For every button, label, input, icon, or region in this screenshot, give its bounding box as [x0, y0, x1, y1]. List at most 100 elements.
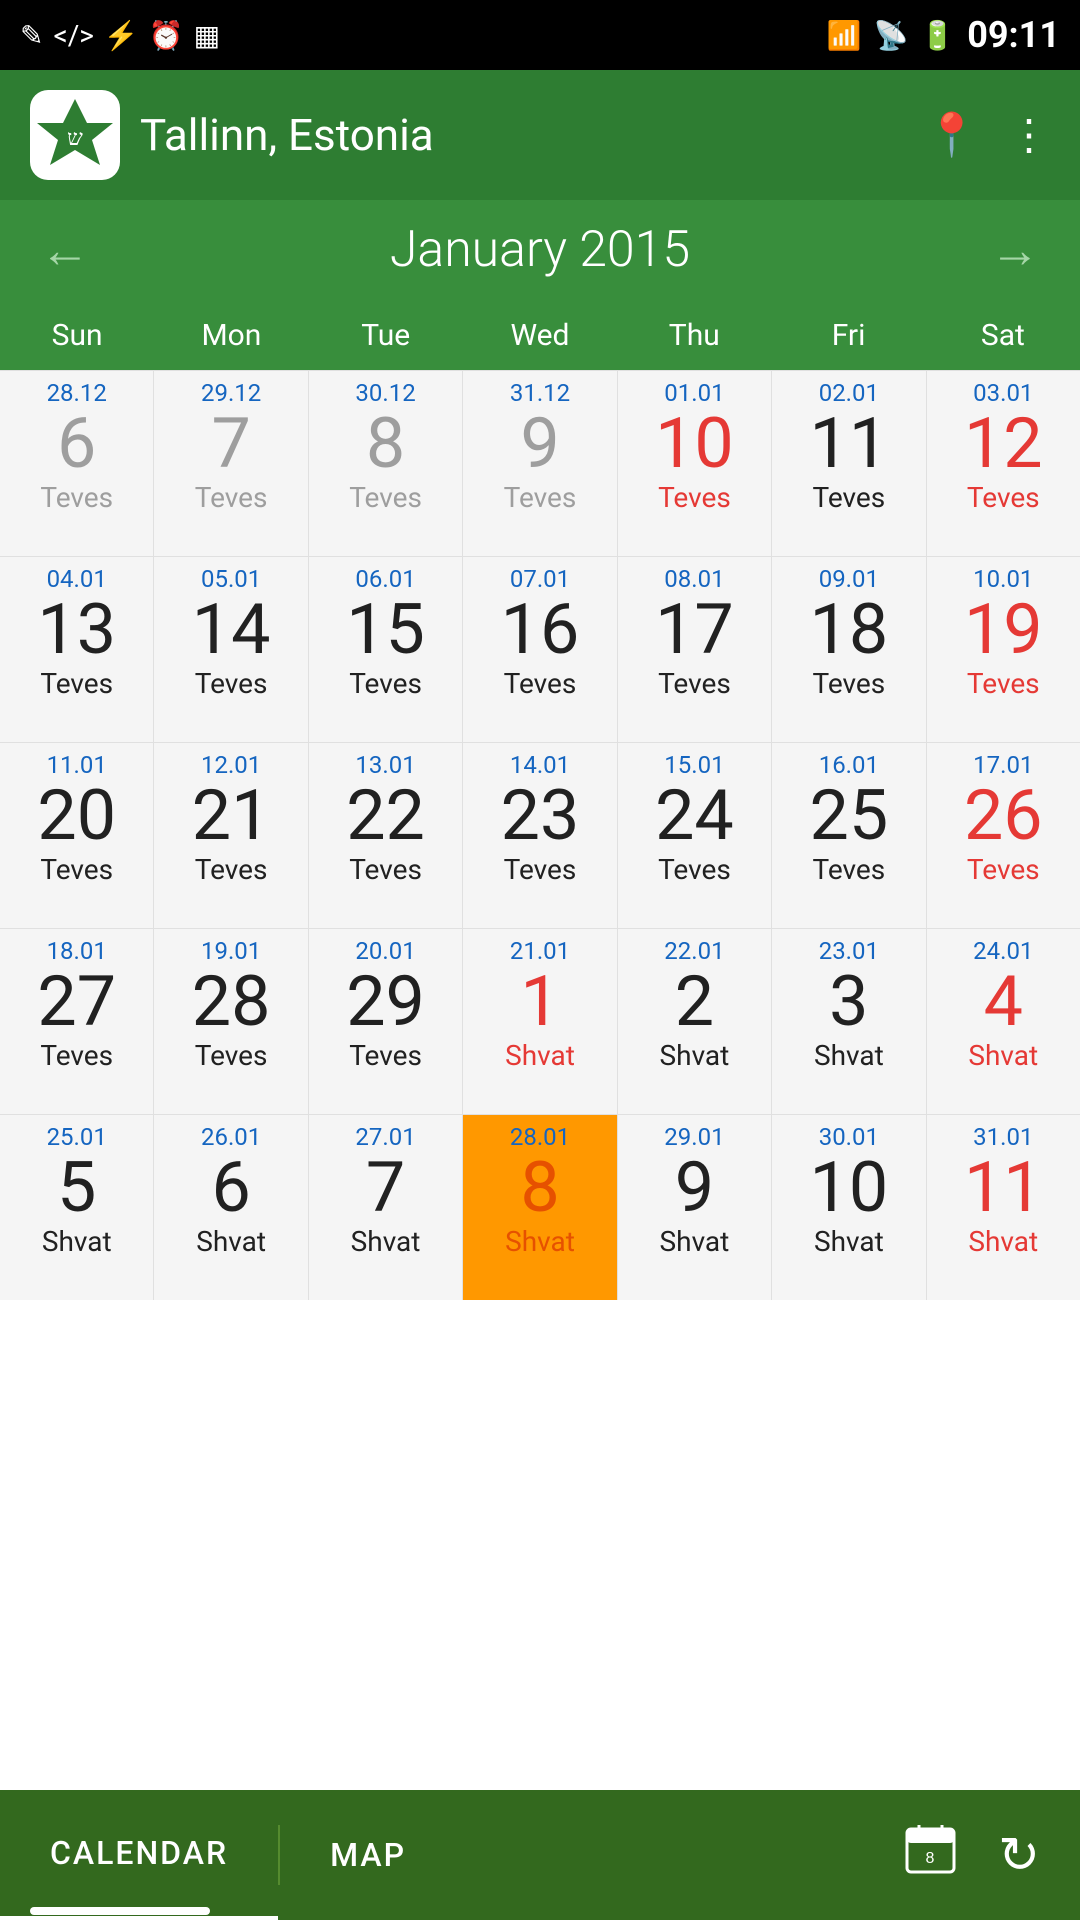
hebrew-month: Teves [812, 481, 885, 514]
hebrew-month: Teves [658, 481, 731, 514]
calendar-cell[interactable]: 27.017Shvat [309, 1115, 462, 1300]
calendar-cell[interactable]: 23.013Shvat [772, 929, 925, 1114]
calendar-cell[interactable]: 26.016Shvat [154, 1115, 307, 1300]
month-title: January 2015 [390, 221, 690, 279]
calendar-cell[interactable]: 28.018Shvat [463, 1115, 616, 1300]
status-time: 09:11 [967, 14, 1060, 56]
calendar-cell[interactable]: 24.014Shvat [927, 929, 1080, 1114]
hebrew-month: Teves [195, 667, 268, 700]
calendar-action-icon[interactable]: 8 [903, 1821, 958, 1889]
day-header-sat: Sat [926, 300, 1080, 370]
calendar-cell[interactable]: 06.0115Teves [309, 557, 462, 742]
day-number: 22 [346, 781, 425, 851]
wifi-icon: 📶 [827, 19, 862, 52]
calendar-cell[interactable]: 02.0111Teves [772, 371, 925, 556]
map-tab[interactable]: MAP [280, 1790, 456, 1920]
calendar-cell[interactable]: 31.129Teves [463, 371, 616, 556]
calendar-cell[interactable]: 03.0112Teves [927, 371, 1080, 556]
calendar-cell[interactable]: 11.0120Teves [0, 743, 153, 928]
month-navigation: ← January 2015 → [0, 200, 1080, 300]
day-number: 10 [655, 409, 734, 479]
calendar-cell[interactable]: 13.0122Teves [309, 743, 462, 928]
calendar-cell[interactable]: 09.0118Teves [772, 557, 925, 742]
day-number: 29 [346, 967, 425, 1037]
hebrew-month: Shvat [968, 1225, 1038, 1258]
hebrew-month: Teves [812, 667, 885, 700]
calendar-cell[interactable]: 07.0116Teves [463, 557, 616, 742]
hebrew-month: Shvat [814, 1039, 884, 1072]
hebrew-month: Teves [349, 667, 422, 700]
day-number: 25 [810, 781, 889, 851]
hebrew-month: Shvat [968, 1039, 1038, 1072]
day-number: 8 [366, 409, 405, 479]
calendar-cell[interactable]: 04.0113Teves [0, 557, 153, 742]
hebrew-month: Teves [658, 667, 731, 700]
bottom-tabs: CALENDAR MAP [0, 1790, 903, 1920]
day-number: 16 [501, 595, 580, 665]
hebrew-month: Teves [40, 1039, 113, 1072]
calendar-cell[interactable]: 01.0110Teves [618, 371, 771, 556]
calendar-cell[interactable]: 05.0114Teves [154, 557, 307, 742]
day-header-fri: Fri [771, 300, 925, 370]
day-number: 11 [810, 409, 889, 479]
day-number: 26 [964, 781, 1043, 851]
calendar-cell[interactable]: 20.0129Teves [309, 929, 462, 1114]
day-header-mon: Mon [154, 300, 308, 370]
calendar-cell[interactable]: 12.0121Teves [154, 743, 307, 928]
day-number: 3 [829, 967, 868, 1037]
app-header: ש Tallinn, Estonia 📍 ⋮ [0, 70, 1080, 200]
signal-icon: 📡 [873, 19, 908, 52]
calendar-cell[interactable]: 30.128Teves [309, 371, 462, 556]
calendar-cell[interactable]: 18.0127Teves [0, 929, 153, 1114]
next-month-button[interactable]: → [990, 221, 1040, 280]
calendar-cell[interactable]: 29.127Teves [154, 371, 307, 556]
hebrew-month: Shvat [660, 1225, 730, 1258]
day-number: 8 [520, 1153, 559, 1223]
day-headers: SunMonTueWedThuFriSat [0, 300, 1080, 370]
edit-icon: ✎ [20, 19, 43, 52]
calendar-cell[interactable]: 19.0128Teves [154, 929, 307, 1114]
refresh-icon[interactable]: ↻ [998, 1826, 1040, 1885]
more-options-icon[interactable]: ⋮ [1008, 110, 1050, 160]
app-logo: ש [30, 90, 120, 180]
day-number: 27 [37, 967, 116, 1037]
calendar-cell[interactable]: 17.0126Teves [927, 743, 1080, 928]
hebrew-month: Teves [812, 853, 885, 886]
header-location: Tallinn, Estonia [140, 109, 926, 161]
day-number: 7 [211, 409, 250, 479]
day-number: 2 [675, 967, 714, 1037]
empty-area [0, 1300, 1080, 1780]
calendar-cell[interactable]: 08.0117Teves [618, 557, 771, 742]
day-number: 4 [984, 967, 1023, 1037]
calendar-tab[interactable]: CALENDAR [0, 1790, 278, 1920]
hebrew-month: Teves [504, 481, 577, 514]
hebrew-month: Shvat [196, 1225, 266, 1258]
calendar-cell[interactable]: 21.011Shvat [463, 929, 616, 1114]
calendar-cell[interactable]: 16.0125Teves [772, 743, 925, 928]
day-number: 17 [655, 595, 734, 665]
hebrew-month: Shvat [351, 1225, 421, 1258]
status-icons-right: 📶 📡 🔋 09:11 [827, 14, 1060, 56]
battery-icon: 🔋 [920, 19, 955, 52]
calendar-cell[interactable]: 14.0123Teves [463, 743, 616, 928]
day-number: 18 [810, 595, 889, 665]
day-number: 15 [346, 595, 425, 665]
calendar-cell[interactable]: 29.019Shvat [618, 1115, 771, 1300]
calendar-cell[interactable]: 15.0124Teves [618, 743, 771, 928]
hebrew-month: Teves [967, 667, 1040, 700]
hebrew-month: Teves [504, 853, 577, 886]
day-number: 13 [37, 595, 116, 665]
calendar-cell[interactable]: 22.012Shvat [618, 929, 771, 1114]
prev-month-button[interactable]: ← [40, 221, 90, 280]
calendar-cell[interactable]: 10.0119Teves [927, 557, 1080, 742]
calendar-grid: 28.126Teves29.127Teves30.128Teves31.129T… [0, 370, 1080, 1300]
day-number: 28 [192, 967, 271, 1037]
calendar-cell[interactable]: 28.126Teves [0, 371, 153, 556]
location-icon[interactable]: 📍 [926, 111, 978, 160]
day-number: 23 [501, 781, 580, 851]
svg-text:ש: ש [67, 125, 83, 150]
calendar-cell[interactable]: 31.0111Shvat [927, 1115, 1080, 1300]
calendar-cell[interactable]: 25.015Shvat [0, 1115, 153, 1300]
svg-text:8: 8 [926, 1850, 935, 1867]
calendar-cell[interactable]: 30.0110Shvat [772, 1115, 925, 1300]
